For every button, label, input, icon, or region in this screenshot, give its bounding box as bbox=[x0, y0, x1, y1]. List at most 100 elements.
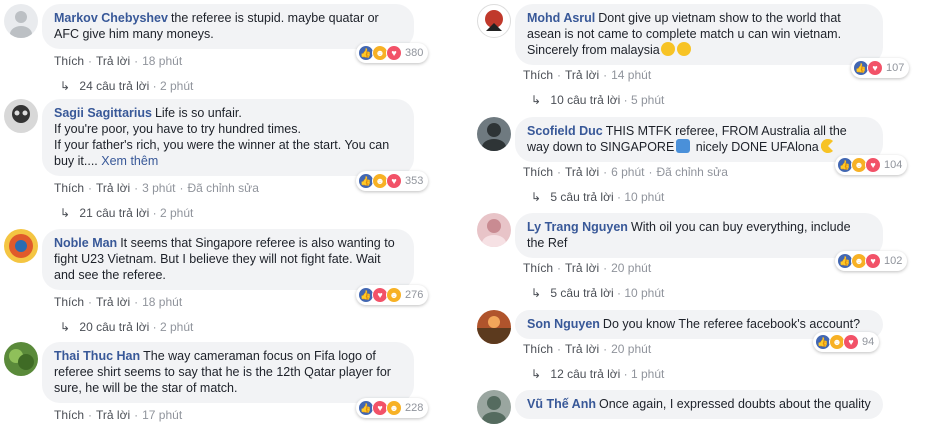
reply-count: 5 câu trả lời bbox=[550, 286, 614, 300]
like-link[interactable]: Thích bbox=[54, 408, 84, 422]
comment-bubble: Markov Chebyshev the referee is stupid. m… bbox=[42, 4, 414, 49]
reaction-summary[interactable]: 👍 ♥ ☻ 276 bbox=[356, 285, 429, 305]
comment-author[interactable]: Ly Trang Nguyen bbox=[527, 220, 628, 234]
avatar[interactable] bbox=[477, 390, 511, 424]
reply-arrow-icon: ↳ bbox=[60, 206, 71, 220]
view-replies[interactable]: ↳ 20 câu trả lời · 2 phút bbox=[60, 320, 193, 334]
avatar[interactable] bbox=[4, 342, 38, 376]
reply-time: 1 phút bbox=[630, 367, 665, 381]
comment-author[interactable]: Sagii Sagittarius bbox=[54, 106, 152, 120]
view-replies[interactable]: ↳ 21 câu trả lời · 2 phút bbox=[60, 206, 193, 220]
like-link[interactable]: Thích bbox=[54, 54, 84, 68]
avatar[interactable] bbox=[477, 213, 511, 247]
reaction-count: 94 bbox=[862, 336, 875, 348]
comment-bubble: Mohd Asrul Dont give up vietnam show to t… bbox=[515, 4, 883, 65]
reply-arrow-icon: ↳ bbox=[531, 190, 542, 204]
reply-link[interactable]: Trả lời bbox=[565, 68, 599, 82]
reply-time: 10 phút bbox=[624, 286, 665, 300]
reaction-count: 228 bbox=[405, 402, 424, 414]
comment-time[interactable]: 20 phút bbox=[611, 342, 651, 356]
pacman-emoji-icon bbox=[820, 139, 835, 153]
love-reaction-icon: ♥ bbox=[386, 45, 402, 61]
comment-time[interactable]: 6 phút bbox=[611, 165, 644, 179]
reply-arrow-icon: ↳ bbox=[60, 79, 71, 93]
comment-author[interactable]: Markov Chebyshev bbox=[54, 11, 168, 25]
comment-actions: Thích · Trả lời · 3 phút · Đã chỉnh sửa bbox=[54, 181, 259, 195]
reply-link[interactable]: Trả lời bbox=[96, 54, 130, 68]
avatar[interactable] bbox=[4, 4, 38, 38]
reply-time: 2 phút bbox=[159, 206, 194, 220]
edited-label[interactable]: Đã chỉnh sửa bbox=[656, 165, 727, 179]
love-reaction-icon: ♥ bbox=[865, 253, 881, 269]
reaction-count: 104 bbox=[884, 159, 903, 171]
reaction-summary[interactable]: 👍 ☻ ♥ 102 bbox=[835, 251, 908, 271]
comment-text: Life is so unfair. bbox=[154, 106, 242, 120]
comment-author[interactable]: Thai Thuc Han bbox=[54, 349, 140, 363]
reply-link[interactable]: Trả lời bbox=[565, 342, 599, 356]
view-replies[interactable]: ↳ 5 câu trả lời · 10 phút bbox=[531, 286, 664, 300]
avatar[interactable] bbox=[4, 99, 38, 133]
like-link[interactable]: Thích bbox=[523, 165, 553, 179]
reaction-summary[interactable]: 👍 ☻ ♥ 94 bbox=[813, 332, 880, 352]
haha-reaction-icon: ☻ bbox=[386, 287, 402, 303]
thumbs-up-emoji-icon bbox=[676, 139, 691, 153]
like-link[interactable]: Thích bbox=[54, 295, 84, 309]
view-replies[interactable]: ↳ 24 câu trả lời · 2 phút bbox=[60, 79, 193, 93]
reaction-count: 107 bbox=[886, 62, 905, 74]
reply-link[interactable]: Trả lời bbox=[96, 295, 130, 309]
reply-count: 10 câu trả lời bbox=[550, 93, 621, 107]
comment-time[interactable]: 14 phút bbox=[611, 68, 651, 82]
view-replies[interactable]: ↳ 12 câu trả lời · 1 phút bbox=[531, 367, 664, 381]
haha-reaction-icon: ☻ bbox=[386, 400, 402, 416]
comment-time[interactable]: 20 phút bbox=[611, 261, 651, 275]
see-more-link[interactable]: Xem thêm bbox=[101, 154, 158, 168]
comment-bubble: Ly Trang Nguyen With oil you can buy ever… bbox=[515, 213, 883, 258]
love-reaction-icon: ♥ bbox=[386, 173, 402, 189]
reply-link[interactable]: Trả lời bbox=[565, 165, 599, 179]
comment-text-line: If you're poor, you have to try hundred … bbox=[54, 122, 301, 136]
comment-bubble: Vũ Thế Anh Once again, I expressed doubts… bbox=[515, 390, 883, 419]
comment-author[interactable]: Scofield Duc bbox=[527, 124, 603, 138]
comment-author[interactable]: Vũ Thế Anh bbox=[527, 397, 596, 411]
edited-label[interactable]: Đã chỉnh sửa bbox=[187, 181, 258, 195]
reaction-count: 276 bbox=[405, 289, 424, 301]
reaction-summary[interactable]: 👍 ☻ ♥ 104 bbox=[835, 155, 908, 175]
comment-bubble: Thai Thuc Han The way cameraman focus on … bbox=[42, 342, 414, 403]
comment-actions: Thích · Trả lời · 18 phút bbox=[54, 54, 183, 68]
reply-arrow-icon: ↳ bbox=[531, 367, 542, 381]
reaction-summary[interactable]: 👍 ☻ ♥ 353 bbox=[356, 171, 429, 191]
reaction-summary[interactable]: 👍 ♥ 107 bbox=[851, 58, 910, 78]
avatar[interactable] bbox=[477, 117, 511, 151]
like-link[interactable]: Thích bbox=[523, 342, 553, 356]
grinning-emoji-icon bbox=[660, 42, 675, 56]
reaction-summary[interactable]: 👍 ♥ ☻ 228 bbox=[356, 398, 429, 418]
avatar[interactable] bbox=[4, 229, 38, 263]
comment-time[interactable]: 3 phút bbox=[142, 181, 175, 195]
reply-link[interactable]: Trả lời bbox=[96, 408, 130, 422]
reply-count: 5 câu trả lời bbox=[550, 190, 614, 204]
reply-link[interactable]: Trả lời bbox=[565, 261, 599, 275]
comment-text: Once again, I expressed doubts about the… bbox=[598, 397, 871, 411]
like-link[interactable]: Thích bbox=[523, 261, 553, 275]
like-link[interactable]: Thích bbox=[54, 181, 84, 195]
like-link[interactable]: Thích bbox=[523, 68, 553, 82]
reply-link[interactable]: Trả lời bbox=[96, 181, 130, 195]
comment-author[interactable]: Mohd Asrul bbox=[527, 11, 595, 25]
reaction-summary[interactable]: 👍 ☻ ♥ 380 bbox=[356, 43, 429, 63]
comment-actions: Thích · Trả lời · 20 phút bbox=[523, 261, 652, 275]
comment-author[interactable]: Son Nguyen bbox=[527, 317, 600, 331]
reply-count: 20 câu trả lời bbox=[79, 320, 150, 334]
comment-time[interactable]: 18 phút bbox=[142, 54, 182, 68]
comment-actions: Thích · Trả lời · 20 phút bbox=[523, 342, 652, 356]
avatar[interactable] bbox=[477, 310, 511, 344]
view-replies[interactable]: ↳ 5 câu trả lời · 10 phút bbox=[531, 190, 664, 204]
comment-author[interactable]: Noble Man bbox=[54, 236, 117, 250]
comment-time[interactable]: 18 phút bbox=[142, 295, 182, 309]
reply-time: 2 phút bbox=[159, 79, 194, 93]
view-replies[interactable]: ↳ 10 câu trả lời · 5 phút bbox=[531, 93, 664, 107]
reply-count: 12 câu trả lời bbox=[550, 367, 621, 381]
comment-time[interactable]: 17 phút bbox=[142, 408, 182, 422]
avatar[interactable] bbox=[477, 4, 511, 38]
love-reaction-icon: ♥ bbox=[843, 334, 859, 350]
reply-count: 24 câu trả lời bbox=[79, 79, 150, 93]
